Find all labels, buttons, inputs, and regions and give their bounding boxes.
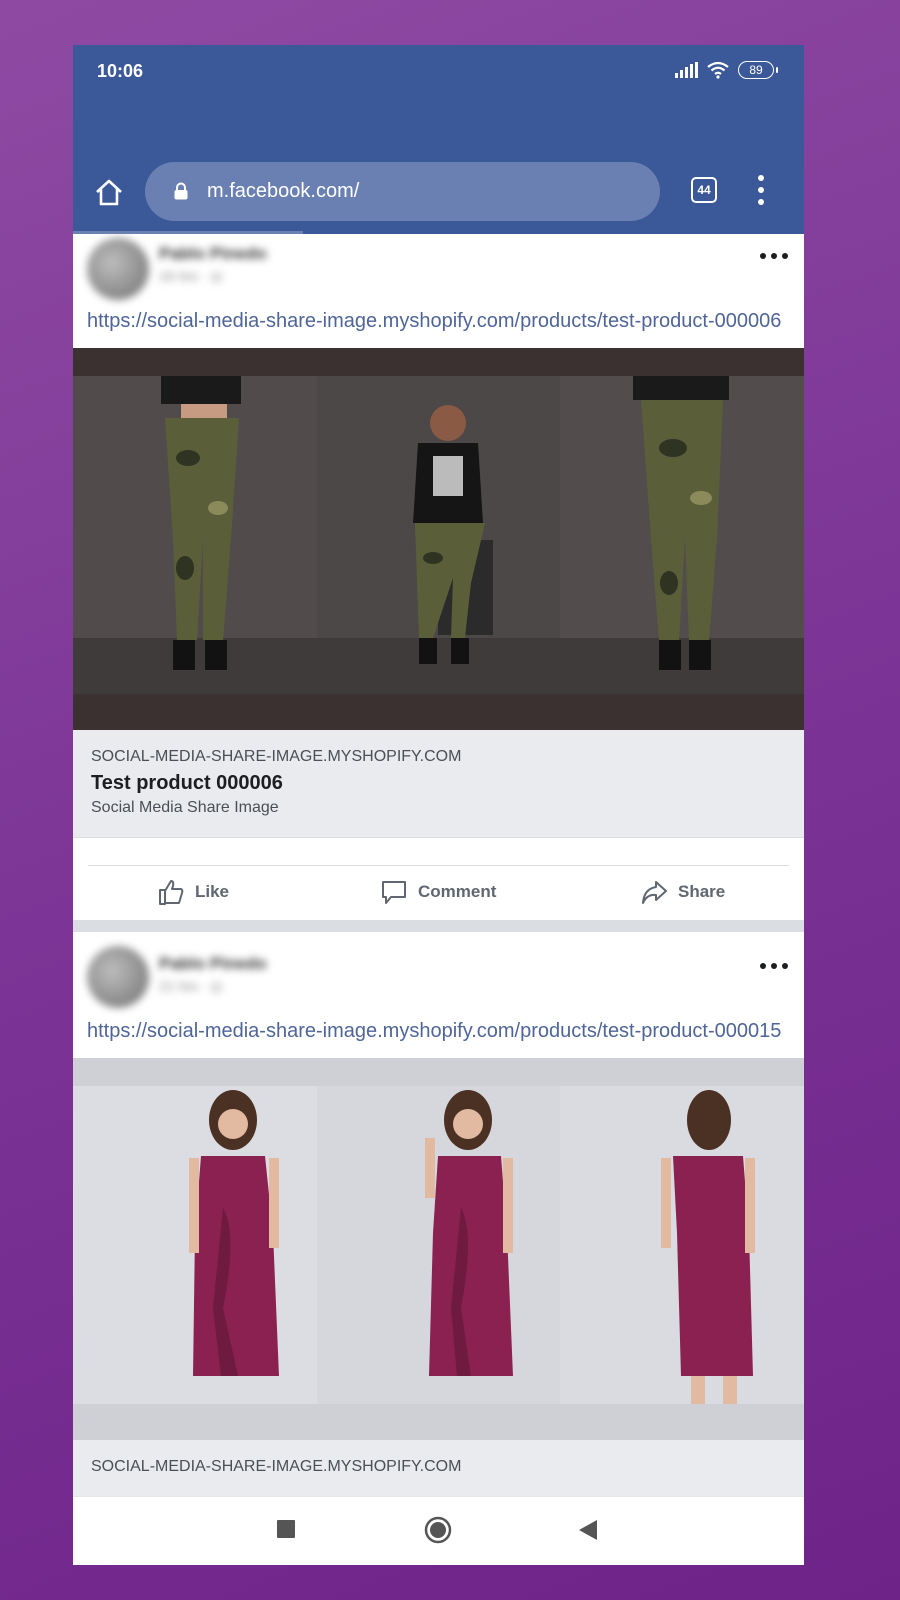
preview-description: Social Media Share Image [91, 799, 279, 816]
post-separator [73, 920, 804, 932]
author-name[interactable]: Pablo Pinedo [159, 954, 267, 974]
preview-title: Test product 000006 [91, 772, 283, 794]
lock-icon [174, 182, 188, 200]
menu-dot [758, 187, 764, 193]
post-meta: 21 hrs · ◎ [159, 978, 223, 994]
android-navigation-bar [73, 1496, 804, 1565]
wifi-icon [707, 61, 729, 79]
more-dot [771, 253, 777, 259]
more-dot [760, 253, 766, 259]
preview-domain: SOCIAL-MEDIA-SHARE-IMAGE.MYSHOPIFY.COM [91, 1458, 462, 1475]
status-icons: 89 [675, 61, 778, 79]
comment-icon [382, 881, 406, 904]
more-dot [760, 963, 766, 969]
post-more-button[interactable] [760, 956, 788, 976]
battery-icon: 89 [738, 61, 778, 79]
post-link[interactable]: https://social-media-share-image.myshopi… [87, 1018, 790, 1058]
post-header: Pablo Pinedo 16 hrs · ◎ [73, 234, 804, 308]
phone-screen: 10:06 89 m.facebook.com/ 44 Pablo Pinedo… [73, 45, 804, 1565]
preview-domain: SOCIAL-MEDIA-SHARE-IMAGE.MYSHOPIFY.COM [91, 748, 462, 765]
home-circle-icon [424, 1516, 452, 1544]
url-text: m.facebook.com/ [207, 180, 360, 202]
link-preview[interactable]: SOCIAL-MEDIA-SHARE-IMAGE.MYSHOPIFY.COM [73, 1440, 804, 1497]
home-icon [96, 179, 122, 206]
more-dot [782, 963, 788, 969]
comment-label: Comment [418, 882, 497, 901]
product-photo-camo-pants [73, 376, 804, 694]
post-actions: Like Comment Share [73, 838, 804, 920]
address-bar[interactable]: m.facebook.com/ [145, 162, 660, 221]
more-dot [771, 963, 777, 969]
post-link[interactable]: https://social-media-share-image.myshopi… [87, 308, 790, 348]
avatar[interactable] [87, 946, 149, 1008]
status-time: 10:06 [97, 61, 144, 81]
home-nav-button[interactable] [424, 1516, 452, 1549]
post-meta: 16 hrs · ◎ [159, 268, 223, 284]
back-triangle-icon [579, 1520, 597, 1540]
recents-square-icon [277, 1520, 295, 1538]
news-feed[interactable]: Pablo Pinedo 16 hrs · ◎ https://social-m… [73, 234, 804, 1497]
menu-dot [758, 199, 764, 205]
tab-count: 44 [697, 183, 711, 197]
more-dot [782, 253, 788, 259]
browser-menu-button[interactable] [753, 175, 769, 205]
home-button[interactable] [93, 177, 125, 209]
share-button[interactable]: Share [640, 878, 725, 906]
like-button[interactable]: Like [157, 878, 229, 906]
thumbs-up-icon [159, 880, 184, 905]
feed-post: Pablo Pinedo 16 hrs · ◎ https://social-m… [73, 234, 804, 920]
back-button[interactable] [578, 1519, 598, 1546]
feed-post: Pablo Pinedo 21 hrs · ◎ https://social-m… [73, 932, 804, 1497]
browser-toolbar: m.facebook.com/ 44 [73, 117, 804, 234]
author-name[interactable]: Pablo Pinedo [159, 244, 267, 264]
comment-button[interactable]: Comment [380, 878, 496, 906]
recents-button[interactable] [276, 1519, 296, 1544]
signal-icon [675, 62, 698, 78]
link-preview[interactable]: SOCIAL-MEDIA-SHARE-IMAGE.MYSHOPIFY.COM T… [73, 730, 804, 838]
avatar[interactable] [87, 238, 149, 300]
divider [88, 865, 789, 866]
like-label: Like [195, 882, 230, 901]
post-header: Pablo Pinedo 21 hrs · ◎ [73, 932, 804, 1018]
tabs-button[interactable]: 44 [691, 177, 717, 203]
menu-dot [758, 175, 764, 181]
post-image[interactable] [73, 1058, 804, 1440]
share-arrow-icon [642, 881, 667, 904]
share-label: Share [678, 882, 726, 901]
product-photo-maroon-dress [73, 1086, 804, 1404]
post-image[interactable] [73, 348, 804, 730]
status-bar: 10:06 89 [73, 45, 804, 117]
post-more-button[interactable] [760, 246, 788, 266]
